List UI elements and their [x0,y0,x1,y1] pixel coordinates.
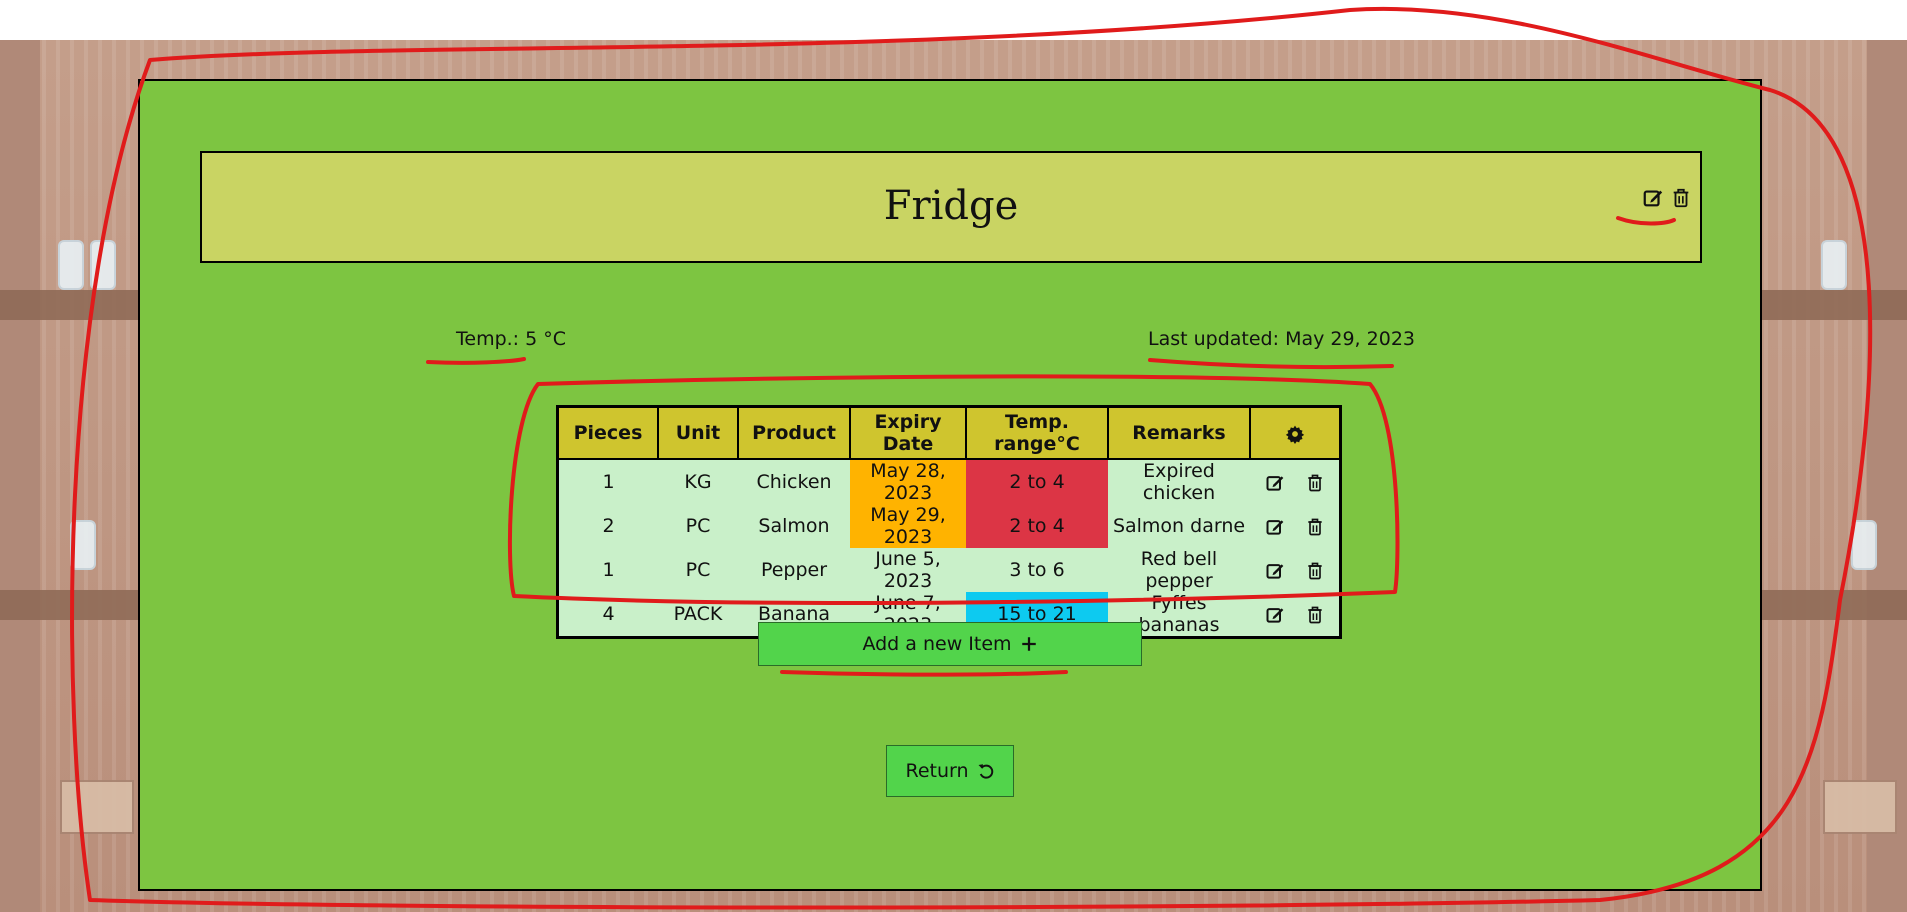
items-table-container: Pieces Unit Product Expiry Date Temp. ra… [556,405,1342,639]
cell-expiry: May 29, 2023 [850,504,966,548]
cell-product: Chicken [738,459,850,504]
table-header-row: Pieces Unit Product Expiry Date Temp. ra… [556,405,1342,460]
cell-pieces: 2 [557,504,658,548]
cell-temp-range: 2 to 4 [966,459,1108,504]
cell-unit: KG [658,459,738,504]
jar-image [1821,240,1847,290]
cell-actions [1250,548,1341,592]
edit-icon[interactable] [1265,473,1285,493]
shelf-board [1757,590,1907,620]
crate-image [1823,780,1897,834]
crate-image [60,780,134,834]
shelf-board [0,590,140,620]
page-title: Fridge [883,183,1019,229]
header-temp-range: Temp. range°C [965,405,1109,460]
cell-temp-range: 3 to 6 [966,548,1108,592]
plus-icon [1020,635,1038,653]
table-row: 1 PC Pepper June 5, 2023 3 to 6 Red bell… [557,548,1341,592]
fridge-panel: Fridge Temp.: 5 °C Last updated: May 29,… [138,79,1762,891]
trash-icon[interactable] [1305,605,1325,625]
cell-expiry: June 5, 2023 [850,548,966,592]
header-unit: Unit [657,405,739,460]
cell-product: Salmon [738,504,850,548]
cell-unit: PC [658,504,738,548]
jar-image [90,240,116,290]
title-actions [1642,187,1692,209]
header-pieces: Pieces [556,405,659,460]
title-bar: Fridge [200,151,1702,263]
cell-unit: PACK [658,592,738,638]
cell-actions [1250,592,1341,638]
header-expiry-date: Expiry Date [849,405,967,460]
edit-icon[interactable] [1642,187,1664,209]
shelf-board [0,290,140,320]
trash-icon[interactable] [1305,561,1325,581]
header-remarks: Remarks [1107,405,1251,460]
last-updated-label: Last updated: May 29, 2023 [1148,328,1415,350]
trash-icon[interactable] [1305,473,1325,493]
items-table: Pieces Unit Product Expiry Date Temp. ra… [556,405,1342,639]
header-settings [1249,405,1342,460]
edit-icon[interactable] [1265,561,1285,581]
header-product: Product [737,405,851,460]
undo-icon [977,762,995,780]
add-item-button[interactable]: Add a new Item [758,622,1142,666]
cell-pieces: 4 [557,592,658,638]
cell-pieces: 1 [557,548,658,592]
cell-product: Pepper [738,548,850,592]
edit-icon[interactable] [1265,517,1285,537]
cell-unit: PC [658,548,738,592]
cell-actions [1250,504,1341,548]
table-row: 1 KG Chicken May 28, 2023 2 to 4 Expired… [557,459,1341,504]
shelf-post-left [0,40,40,912]
cell-temp-range: 2 to 4 [966,504,1108,548]
edit-icon[interactable] [1265,605,1285,625]
cell-remarks: Expired chicken [1108,459,1250,504]
return-label: Return [905,760,969,782]
cell-actions [1250,459,1341,504]
cell-expiry: May 28, 2023 [850,459,966,504]
gear-icon [1285,424,1305,444]
cell-remarks: Red bell pepper [1108,548,1250,592]
cell-remarks: Salmon darne [1108,504,1250,548]
trash-icon[interactable] [1670,187,1692,209]
table-row: 2 PC Salmon May 29, 2023 2 to 4 Salmon d… [557,504,1341,548]
trash-icon[interactable] [1305,517,1325,537]
jar-image [58,240,84,290]
jar-image [1851,520,1877,570]
jar-image [70,520,96,570]
temperature-label: Temp.: 5 °C [456,328,567,350]
return-button[interactable]: Return [886,745,1014,797]
add-item-label: Add a new Item [862,633,1012,655]
shelf-board [1757,290,1907,320]
cell-pieces: 1 [557,459,658,504]
